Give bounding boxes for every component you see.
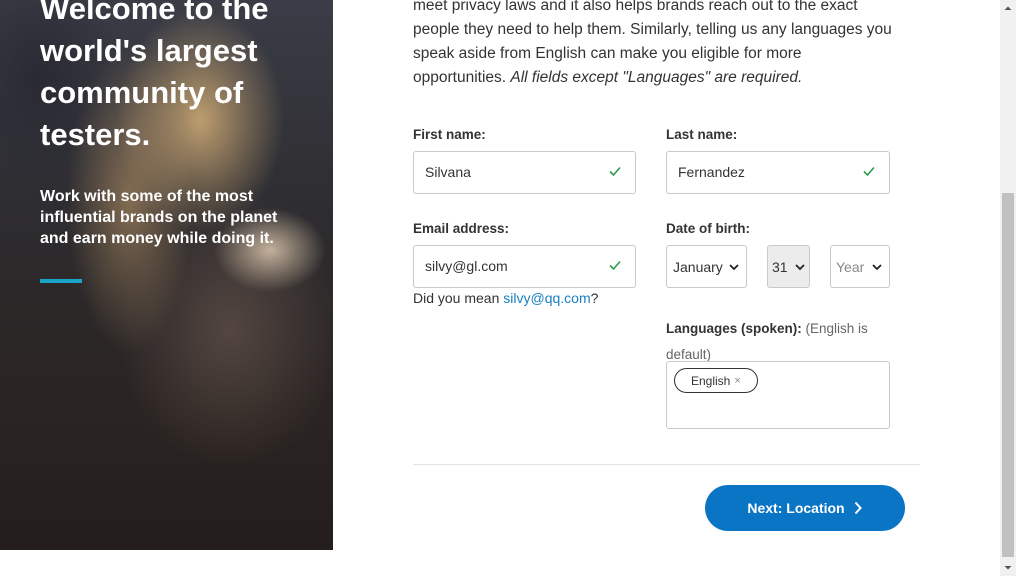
hero-title: Welcome to the world's largest community…: [40, 0, 269, 152]
intro-line: speak aside from English can make you el…: [413, 45, 802, 62]
intro-paragraph: meet privacy laws and it also helps bran…: [413, 0, 913, 90]
dob-label: Date of birth:: [666, 221, 750, 236]
dob-month-select[interactable]: January: [666, 245, 747, 288]
intro-text: opportunities.: [413, 69, 511, 86]
languages-input[interactable]: English ×: [666, 361, 890, 429]
chevron-down-icon: [795, 264, 805, 271]
hero-panel: Welcome to the world's largest community…: [0, 0, 333, 550]
dob-day-value: 31: [772, 259, 788, 275]
email-field[interactable]: silvy@gl.com: [413, 245, 636, 288]
required-note: All fields except "Languages" are requir…: [510, 69, 803, 86]
language-tag[interactable]: English ×: [674, 368, 758, 393]
email-label: Email address:: [413, 221, 510, 236]
last-name-field[interactable]: Fernandez: [666, 151, 890, 194]
email-value: silvy@gl.com: [425, 258, 508, 274]
last-name-value: Fernandez: [678, 164, 745, 180]
dob-month-value: January: [673, 259, 723, 275]
first-name-value: Silvana: [425, 164, 471, 180]
scroll-down-icon[interactable]: [1000, 559, 1016, 576]
next-location-button[interactable]: Next: Location: [705, 485, 905, 531]
intro-line: people they need to help them. Similarly…: [413, 21, 892, 38]
tag-remove-icon[interactable]: ×: [734, 375, 740, 387]
intro-line: meet privacy laws and it also helps bran…: [413, 0, 858, 14]
dob-year-placeholder: Year: [836, 259, 865, 275]
email-suggestion-suffix: ?: [590, 290, 599, 306]
scrollbar-thumb[interactable]: [1002, 193, 1014, 557]
page-scrollbar[interactable]: [1000, 0, 1016, 576]
first-name-label: First name:: [413, 127, 486, 142]
chevron-right-icon: [854, 501, 862, 515]
next-button-label: Next: Location: [747, 500, 845, 516]
last-name-label: Last name:: [666, 127, 738, 142]
email-suggestion-link[interactable]: silvy@qq.com: [503, 290, 590, 306]
chevron-down-icon: [872, 264, 882, 271]
hero-accent-bar: [40, 279, 82, 283]
first-name-field[interactable]: Silvana: [413, 151, 636, 194]
dob-day-select[interactable]: 31: [767, 245, 810, 288]
intro-line: opportunities. All fields except "Langua…: [413, 66, 913, 90]
chevron-down-icon: [729, 264, 739, 271]
check-icon: [863, 166, 875, 177]
languages-label-text: Languages (spoken):: [666, 321, 802, 336]
language-tag-label: English: [691, 373, 731, 388]
dob-year-select[interactable]: Year: [830, 245, 890, 288]
email-suggestion-prefix: Did you mean: [413, 290, 504, 306]
check-icon: [609, 260, 621, 271]
email-suggestion: Did you mean silvy@qq.com?: [413, 290, 598, 306]
hero-subtitle: Work with some of the most influential b…: [40, 188, 278, 247]
scroll-up-icon[interactable]: [1000, 0, 1016, 17]
check-icon: [609, 166, 621, 177]
form-divider: [413, 464, 920, 465]
